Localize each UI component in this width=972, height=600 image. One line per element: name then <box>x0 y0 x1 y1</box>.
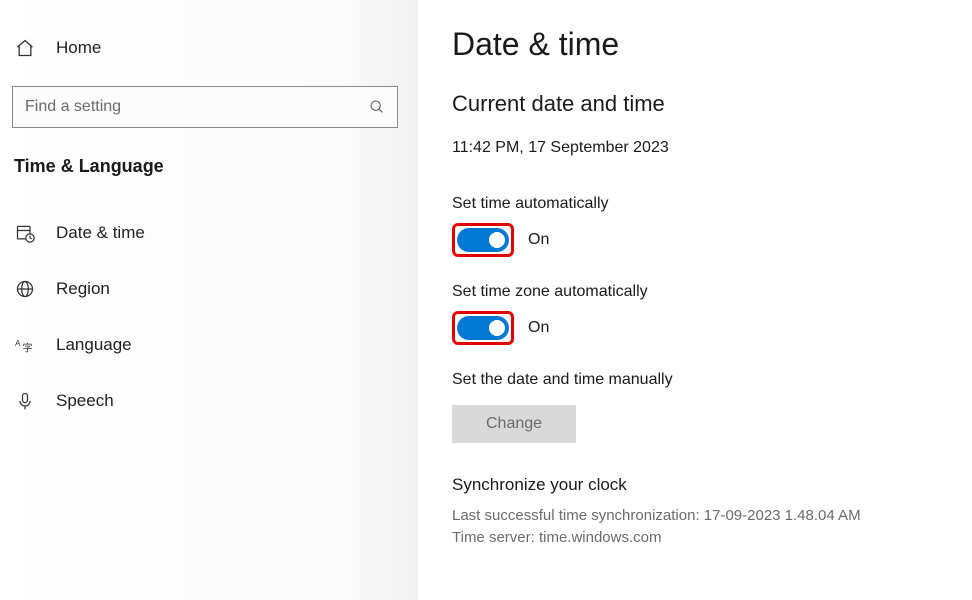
set-time-auto-label: Set time automatically <box>452 195 952 213</box>
search-box[interactable] <box>12 86 398 128</box>
sidebar: Home Time & Language Date & time Region <box>0 0 418 600</box>
set-tz-auto-state: On <box>528 319 549 337</box>
search-icon <box>369 99 385 115</box>
home-label: Home <box>56 38 101 58</box>
sync-title: Synchronize your clock <box>452 475 952 495</box>
home-nav[interactable]: Home <box>12 32 398 64</box>
globe-icon <box>14 279 36 299</box>
highlight-box <box>452 311 514 345</box>
change-button[interactable]: Change <box>452 405 576 443</box>
sidebar-item-label: Region <box>56 279 110 299</box>
current-datetime: 11:42 PM, 17 September 2023 <box>452 139 952 157</box>
language-icon: A 字 <box>14 335 36 355</box>
search-input[interactable] <box>25 98 369 116</box>
svg-text:A: A <box>15 338 21 348</box>
sync-last-line: Last successful time synchronization: 17… <box>452 505 952 527</box>
svg-text:字: 字 <box>23 342 33 355</box>
set-time-auto-state: On <box>528 231 549 249</box>
sidebar-item-speech[interactable]: Speech <box>12 373 398 429</box>
sidebar-item-label: Language <box>56 335 132 355</box>
set-time-auto-toggle[interactable] <box>457 228 509 252</box>
microphone-icon <box>14 391 36 411</box>
category-title: Time & Language <box>12 156 398 177</box>
sidebar-item-region[interactable]: Region <box>12 261 398 317</box>
sync-server-line: Time server: time.windows.com <box>452 527 952 549</box>
set-tz-auto-toggle[interactable] <box>457 316 509 340</box>
highlight-box <box>452 223 514 257</box>
section-title: Current date and time <box>452 91 952 117</box>
sidebar-item-label: Speech <box>56 391 114 411</box>
sidebar-item-label: Date & time <box>56 223 145 243</box>
set-tz-auto-label: Set time zone automatically <box>452 283 952 301</box>
main-content: Date & time Current date and time 11:42 … <box>418 0 972 600</box>
sidebar-item-date-time[interactable]: Date & time <box>12 205 398 261</box>
calendar-clock-icon <box>14 223 36 243</box>
manual-label: Set the date and time manually <box>452 371 952 389</box>
sidebar-item-language[interactable]: A 字 Language <box>12 317 398 373</box>
home-icon <box>14 38 36 58</box>
page-title: Date & time <box>452 26 952 63</box>
